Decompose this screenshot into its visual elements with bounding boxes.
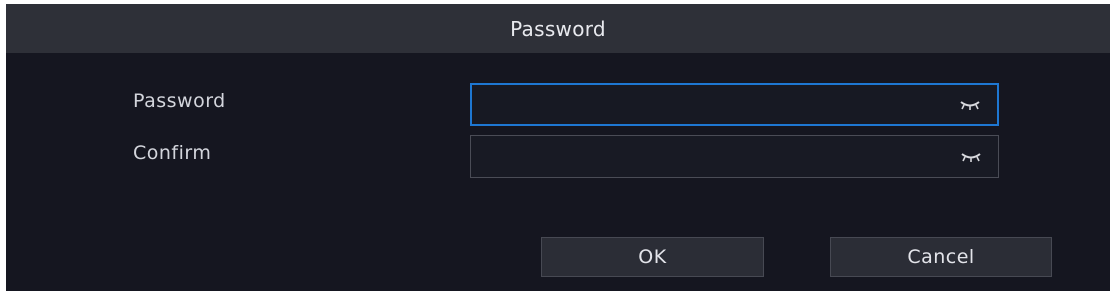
confirm-field[interactable] xyxy=(470,135,999,178)
closed-eye-icon[interactable] xyxy=(958,149,984,165)
password-field[interactable] xyxy=(470,83,999,126)
confirm-label: Confirm xyxy=(133,142,212,164)
confirm-input[interactable] xyxy=(471,136,958,177)
cancel-button[interactable]: Cancel xyxy=(830,237,1052,277)
password-label: Password xyxy=(133,90,226,112)
dialog-title-bar: Password xyxy=(6,4,1110,53)
cancel-button-label: Cancel xyxy=(907,246,975,268)
password-input[interactable] xyxy=(472,85,957,124)
ok-button-label: OK xyxy=(638,246,667,268)
dialog-title: Password xyxy=(510,16,606,41)
closed-eye-icon[interactable] xyxy=(957,97,983,113)
ok-button[interactable]: OK xyxy=(541,237,764,277)
password-dialog: Password Password Confirm OK Cancel xyxy=(6,4,1110,291)
